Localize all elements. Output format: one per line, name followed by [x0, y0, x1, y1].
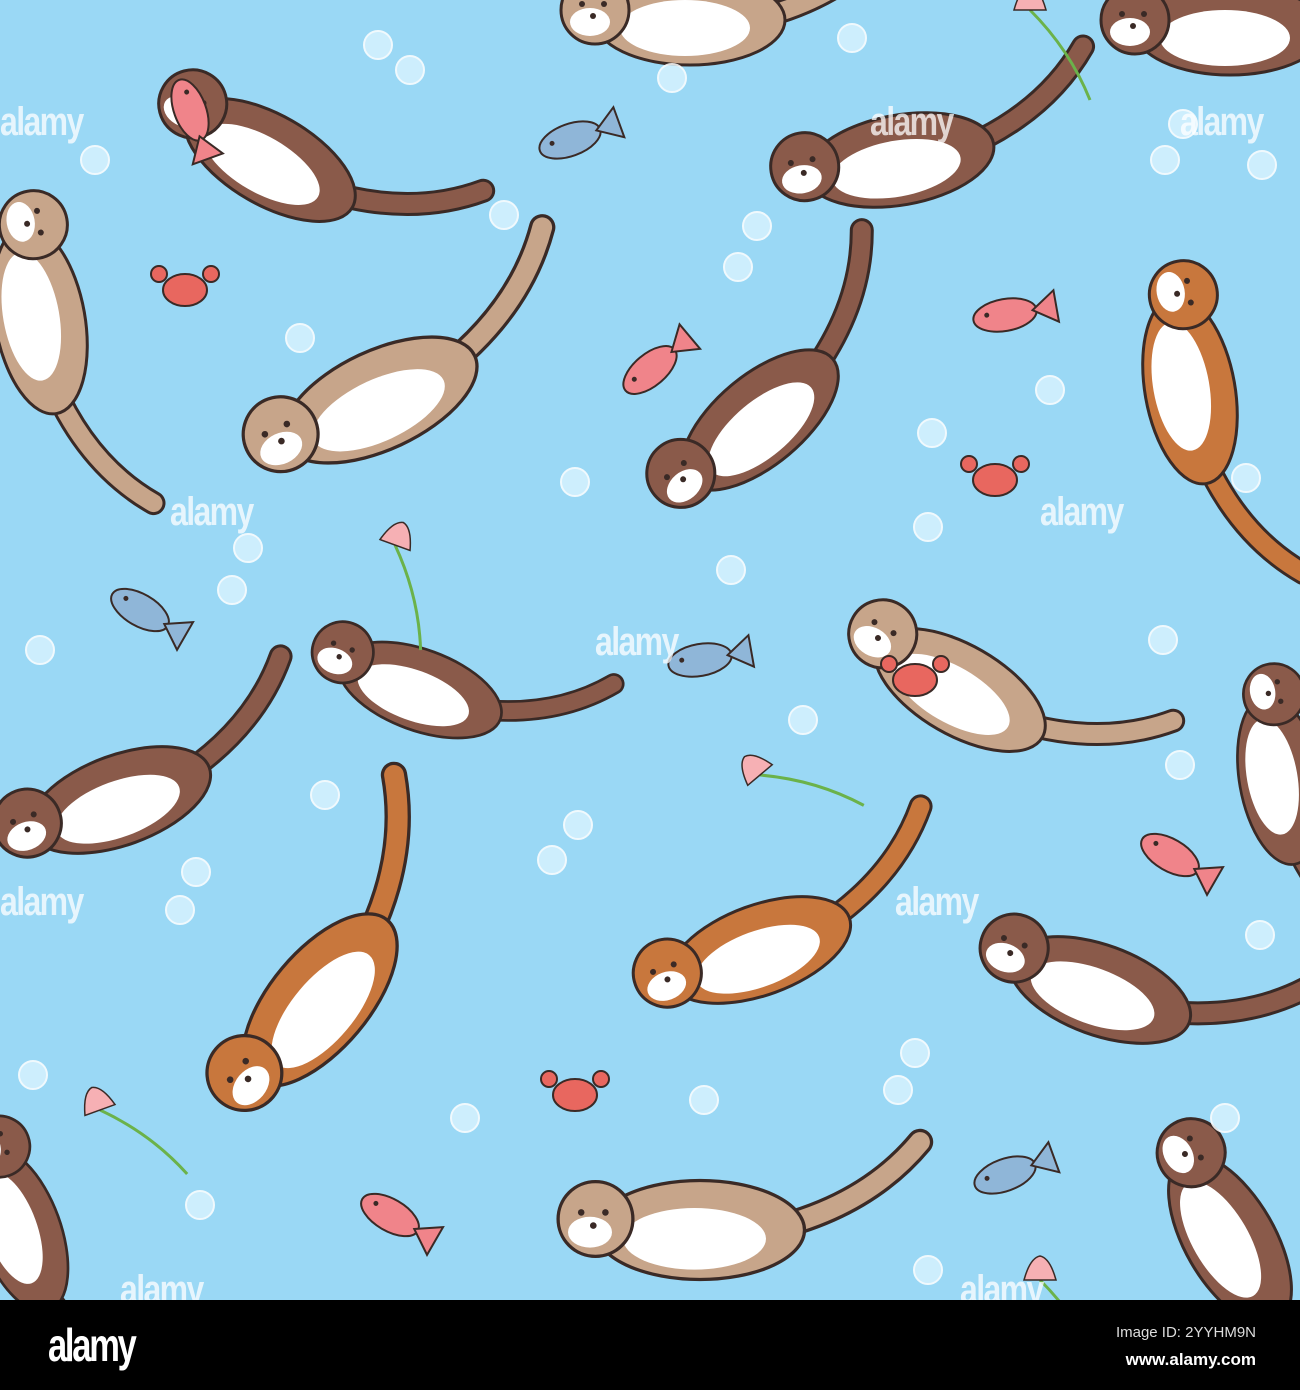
bubble [657, 63, 687, 93]
bubble [883, 1075, 913, 1105]
fish [622, 322, 703, 395]
bubble [165, 895, 195, 925]
alamy-logo[interactable]: alamy [48, 1318, 137, 1372]
otter [205, 761, 411, 1113]
otter [310, 620, 625, 740]
bubble [837, 23, 867, 53]
watermark: alamy [960, 1268, 1044, 1300]
bubble [363, 30, 393, 60]
bubble [917, 418, 947, 448]
watermark: alamy [1040, 490, 1124, 534]
bubble [310, 780, 340, 810]
bubble [563, 810, 593, 840]
bubble [285, 323, 315, 353]
website-link[interactable]: www.alamy.com [1126, 1350, 1256, 1370]
watermark: alamy [0, 100, 84, 144]
bubble [1210, 1103, 1240, 1133]
lotus-flower [378, 521, 423, 651]
bubble [537, 845, 567, 875]
bubble [913, 512, 943, 542]
fish [110, 587, 195, 652]
crab [150, 265, 220, 307]
bubble [1247, 150, 1277, 180]
bubble [217, 575, 247, 605]
fish [538, 105, 626, 160]
image-id: Image ID: 2YYHM9N [1115, 1324, 1256, 1341]
otter [1236, 662, 1300, 956]
watermark: alamy [120, 1268, 204, 1300]
bubble [560, 467, 590, 497]
bubble [18, 1060, 48, 1090]
bubble [788, 705, 818, 735]
bubble [181, 857, 211, 887]
watermark: alamy [895, 880, 979, 924]
watermark: alamy [870, 100, 954, 144]
otter-pattern-illustration: alamy alamy alamy alamy alamy alamy alamy alamy… [0, 0, 1300, 1300]
otter [0, 644, 293, 859]
watermark: alamy [1180, 100, 1264, 144]
bubble [742, 211, 772, 241]
fish [360, 1192, 445, 1257]
bubble [716, 555, 746, 585]
bubble [450, 1103, 480, 1133]
otter [1141, 259, 1300, 586]
fish [1140, 832, 1225, 897]
bubble [185, 1190, 215, 1220]
watermark: alamy [170, 490, 254, 534]
bubble [25, 635, 55, 665]
bubble [1165, 750, 1195, 780]
footer-bar: alamy Image ID: 2YYHM9N www.alamy.com [0, 1300, 1300, 1390]
otter [0, 189, 166, 516]
lotus-flower [83, 1086, 189, 1176]
bubble [689, 1085, 719, 1115]
bubble [1150, 145, 1180, 175]
bubble [723, 252, 753, 282]
bubble [913, 1255, 943, 1285]
bubble [233, 533, 263, 563]
otter [241, 214, 556, 474]
bubble [1231, 463, 1261, 493]
crab [540, 1070, 610, 1112]
watermark: alamy [0, 880, 84, 924]
bubble [1148, 625, 1178, 655]
bubble [1035, 375, 1065, 405]
bubble [395, 55, 425, 85]
bubble [489, 200, 519, 230]
otter [978, 912, 1300, 1045]
lotus-flower [741, 754, 865, 807]
crab [960, 455, 1030, 497]
bubble [1245, 920, 1275, 950]
otter [847, 598, 1186, 753]
watermark: alamy [595, 620, 679, 664]
fish [973, 1140, 1061, 1195]
fish [667, 633, 756, 678]
fish [972, 288, 1061, 333]
otter [556, 1128, 934, 1282]
otter [1099, 0, 1300, 77]
bubble [900, 1038, 930, 1068]
otter [157, 68, 496, 223]
bubble [80, 145, 110, 175]
